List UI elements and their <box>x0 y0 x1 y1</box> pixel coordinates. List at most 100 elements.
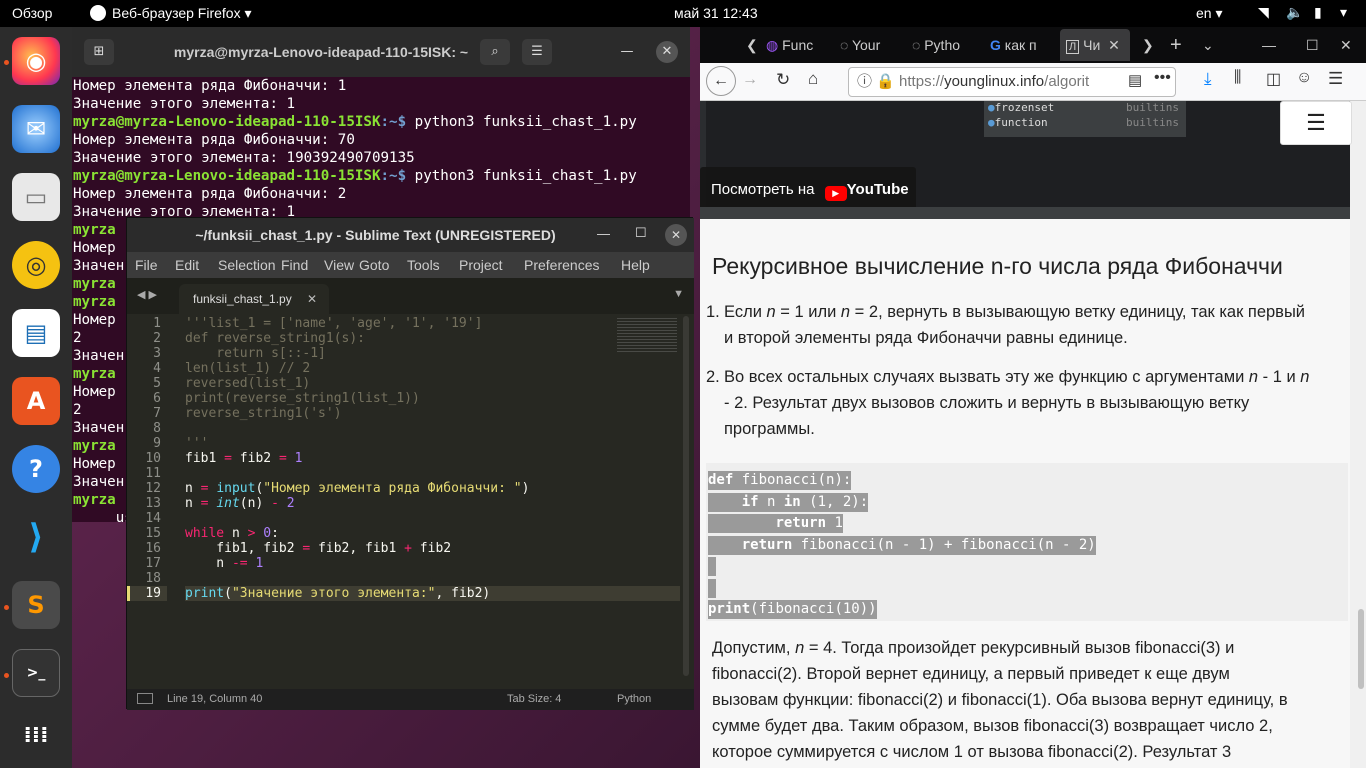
tab-func[interactable]: ◍ Func <box>766 29 816 61</box>
tab-google[interactable]: G как п <box>990 29 1054 61</box>
code-text[interactable]: '''list_1 = ['name', 'age', '1', '19'] de… <box>185 314 680 689</box>
video-embed[interactable]: ●frozenset builtins ●function builtins П… <box>700 101 1352 219</box>
tab-active[interactable]: Л Чи ✕ <box>1060 29 1130 61</box>
terminal-icon[interactable]: >_ <box>12 649 60 697</box>
forward-icon[interactable]: → <box>742 71 758 89</box>
menu-item-goto[interactable]: Goto <box>359 257 389 273</box>
code-line[interactable]: reversed(list_1) <box>185 376 680 391</box>
back-icon[interactable]: ← <box>706 66 736 96</box>
thunderbird-icon[interactable]: ✉ <box>12 105 60 153</box>
code-editor[interactable]: 1 2 3 4 5 6 7 8 9 10 11 12 13 14 15 16 17 18 19 '''list_1 … <box>127 314 694 689</box>
new-tab-icon[interactable]: + <box>1170 29 1182 61</box>
close-icon[interactable]: ✕ <box>665 224 687 246</box>
code-line[interactable]: n = int(n) - 2 <box>185 496 680 511</box>
sidebar-icon[interactable]: ◫ <box>1266 69 1281 89</box>
volume-icon[interactable]: 🔈 <box>1286 0 1303 27</box>
new-tab-icon[interactable]: ⊞ <box>84 39 114 65</box>
tab-your[interactable]: ◌ Your <box>840 29 892 61</box>
tab-scroll-left-icon[interactable]: ❮ <box>746 29 758 61</box>
code-line[interactable] <box>185 511 680 526</box>
maximize-icon[interactable] <box>612 39 642 65</box>
tab-dropdown-icon[interactable]: ▼ <box>673 288 684 300</box>
maximize-icon[interactable]: ☐ <box>1306 29 1319 61</box>
code-line[interactable] <box>185 421 680 436</box>
firefox-window[interactable]: ❮ ◍ Func ◌ Your ◌ Pytho G как п Л Чи ✕ ❯… <box>700 27 1366 768</box>
menu-item-edit[interactable]: Edit <box>175 257 199 273</box>
rhythmbox-icon[interactable]: ◎ <box>12 241 60 289</box>
software-icon[interactable]: A <box>12 377 60 425</box>
code-line[interactable]: reverse_string1('s') <box>185 406 680 421</box>
menu-item-project[interactable]: Project <box>459 257 503 273</box>
menu-item-preferences[interactable]: Preferences <box>524 257 599 273</box>
menu-item-help[interactable]: Help <box>621 257 650 273</box>
menu-item-find[interactable]: Find <box>281 257 308 273</box>
sublime-icon[interactable]: S <box>12 581 60 629</box>
code-line[interactable]: def reverse_string1(s): <box>185 331 680 346</box>
tab-funksii[interactable]: funksii_chast_1.py ✕ <box>179 284 329 314</box>
help-icon[interactable]: ? <box>12 445 60 493</box>
menu-icon[interactable]: ☰ <box>1328 69 1343 89</box>
code-line[interactable]: print("Значение этого элемента:", fib2) <box>185 586 680 601</box>
tab-list-icon[interactable]: ⌄ <box>1202 29 1214 61</box>
page-actions-icon[interactable]: ••• <box>1154 69 1171 87</box>
code-block[interactable]: def fibonacci(n): if n in (1, 2): return… <box>706 463 1348 621</box>
code-line[interactable]: n -= 1 <box>185 556 680 571</box>
maximize-icon[interactable]: ☐ <box>635 225 647 241</box>
firefox-app-menu[interactable]: Веб-браузер Firefox ▾ <box>90 0 252 27</box>
terminal-titlebar[interactable]: ⊞ myrza@myrza-Lenovo-ideapad-110-15ISK: … <box>72 27 690 77</box>
menu-item-selection[interactable]: Selection <box>218 257 276 273</box>
reload-icon[interactable]: ↻ <box>776 70 790 90</box>
close-tab-icon[interactable]: ✕ <box>307 284 317 314</box>
tab-scroll-right-icon[interactable]: ❯ <box>1142 29 1154 61</box>
library-icon[interactable]: ⫼ <box>1234 69 1241 87</box>
close-icon[interactable]: ✕ <box>656 41 678 63</box>
code-line[interactable]: len(list_1) // 2 <box>185 361 680 376</box>
code-line[interactable]: fib1 = fib2 = 1 <box>185 451 680 466</box>
code-line[interactable]: fib1, fib2 = fib2, fib1 + fib2 <box>185 541 680 556</box>
panel-toggle-icon[interactable] <box>137 693 153 704</box>
syntax-language[interactable]: Python <box>617 693 651 705</box>
sublime-window[interactable]: ~/funksii_chast_1.py - Sublime Text (UNR… <box>126 217 694 710</box>
minimize-icon[interactable]: — <box>597 226 610 241</box>
download-icon[interactable]: ⤓ <box>1204 69 1212 89</box>
close-icon[interactable]: ✕ <box>1340 29 1352 61</box>
menu-icon[interactable]: ☰ <box>522 39 552 65</box>
sublime-titlebar[interactable]: ~/funksii_chast_1.py - Sublime Text (UNR… <box>127 218 694 252</box>
search-icon[interactable]: ⌕ <box>480 39 510 65</box>
language-indicator[interactable]: en ▾ <box>1196 0 1223 27</box>
system-menu-icon[interactable]: ▾ <box>1340 0 1347 27</box>
code-line[interactable]: n = input("Номер элемента ряда Фибоначчи… <box>185 481 680 496</box>
code-line[interactable]: print(reverse_string1(list_1)) <box>185 391 680 406</box>
apps-grid-icon[interactable]: ⁞⁞⁞ <box>12 711 60 759</box>
code-line[interactable]: return s[::-1] <box>185 346 680 361</box>
writer-icon[interactable]: ▤ <box>12 309 60 357</box>
code-line[interactable]: ''' <box>185 436 680 451</box>
page-scrollbar[interactable] <box>1356 101 1366 768</box>
vscode-icon[interactable]: ⟩ <box>12 513 60 561</box>
code-line[interactable]: while n > 0: <box>185 526 680 541</box>
code-line[interactable]: '''list_1 = ['name', 'age', '1', '19'] <box>185 316 680 331</box>
account-icon[interactable]: ☺ <box>1296 69 1312 87</box>
tab-python[interactable]: ◌ Pytho <box>912 29 972 61</box>
scrollbar[interactable] <box>683 316 689 676</box>
files-icon[interactable]: ▭ <box>12 173 60 221</box>
firefox-icon[interactable]: ◉ <box>12 37 60 85</box>
close-tab-icon[interactable]: ✕ <box>1108 37 1120 53</box>
hamburger-menu-icon[interactable]: ☰ <box>1280 101 1352 145</box>
tab-nav-arrows-icon[interactable]: ◀ ▶ <box>137 288 157 301</box>
wifi-icon[interactable]: ◥ <box>1258 0 1269 27</box>
menu-item-view[interactable]: View <box>324 257 354 273</box>
site-info-icon[interactable]: ⓘ <box>857 73 872 90</box>
url-bar[interactable]: ⓘ 🔒 https://younglinux.info/algorit <box>848 67 1176 97</box>
clock[interactable]: май 31 12:43 <box>674 0 758 27</box>
scrollbar-thumb[interactable] <box>1358 609 1364 689</box>
minimap[interactable] <box>617 318 677 352</box>
battery-icon[interactable]: ▮ <box>1314 0 1322 27</box>
code-line[interactable] <box>185 466 680 481</box>
activities-button[interactable]: Обзор <box>12 0 52 27</box>
tab-size[interactable]: Tab Size: 4 <box>507 693 561 705</box>
menu-item-tools[interactable]: Tools <box>407 257 440 273</box>
minimize-icon[interactable]: — <box>1262 29 1276 61</box>
reader-view-icon[interactable]: ▤ <box>1128 71 1143 89</box>
page-content[interactable]: ●frozenset builtins ●function builtins П… <box>700 101 1366 768</box>
